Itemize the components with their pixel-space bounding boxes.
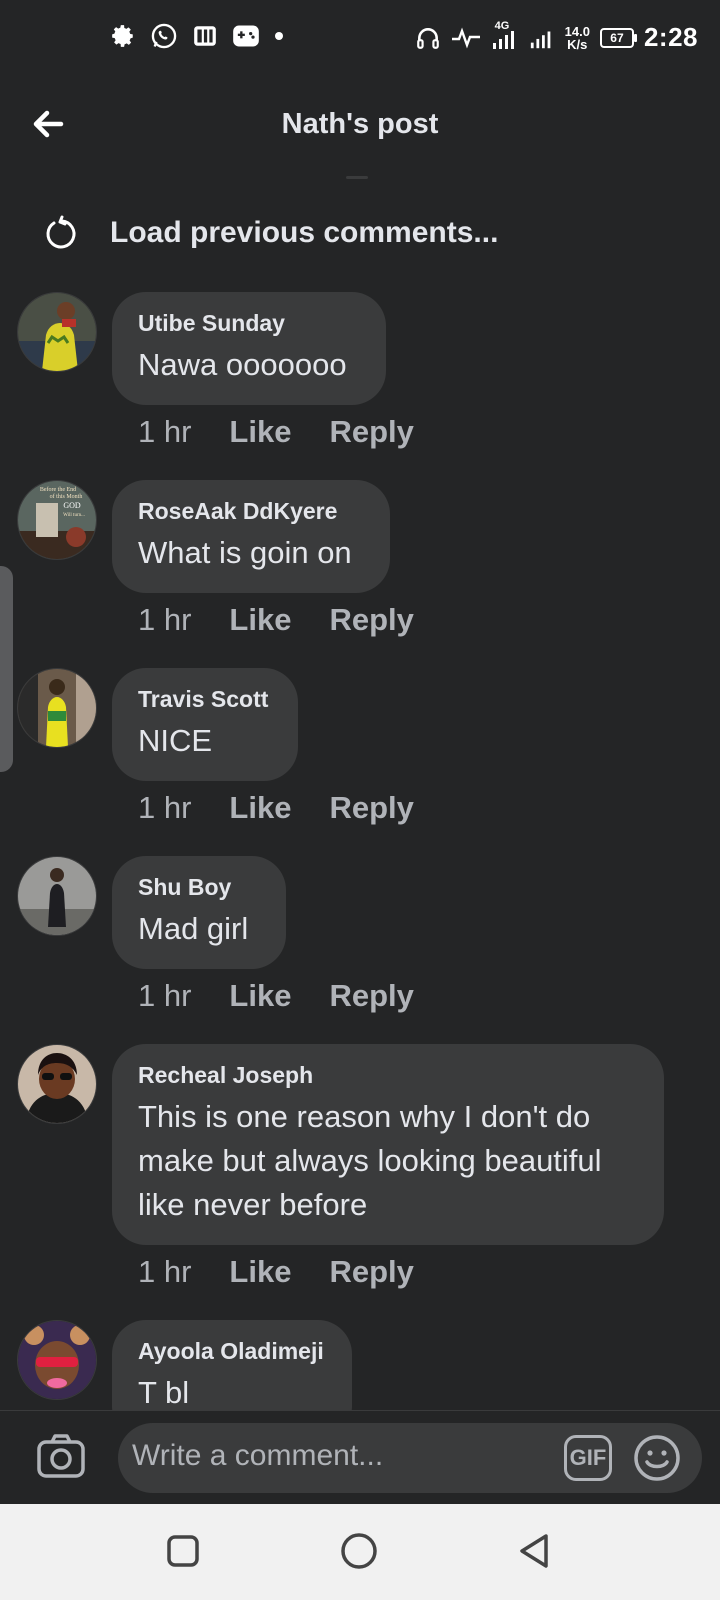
system-nav-bar	[0, 1504, 720, 1600]
comment-actions: 1 hr Like Reply	[138, 1254, 414, 1290]
comment-composer: Write a comment... GIF	[0, 1410, 720, 1505]
page-title: Nath's post	[281, 108, 439, 140]
avatar[interactable]	[17, 292, 97, 372]
comment-bubble[interactable]: Utibe Sunday Nawa ooooooo	[112, 292, 386, 405]
headphones-icon	[415, 25, 441, 51]
speed-value: 14.0	[564, 23, 590, 39]
avatar[interactable]	[17, 1044, 97, 1124]
signal-icon-2	[529, 25, 555, 51]
comment-text: T bl	[138, 1375, 190, 1410]
comment-text: NICE	[138, 723, 213, 758]
commenter-name[interactable]: RoseAak DdKyere	[138, 498, 362, 525]
smile-icon	[634, 1435, 680, 1481]
back-triangle-icon	[520, 1534, 548, 1568]
comment-actions: 1 hr Like Reply	[138, 978, 414, 1014]
commenter-name[interactable]: Ayoola Oladimeji	[138, 1338, 324, 1365]
like-button[interactable]: Like	[229, 414, 291, 450]
clock: 2:28	[643, 22, 698, 52]
comment-bubble[interactable]: RoseAak DdKyere What is goin on	[112, 480, 390, 593]
comment-text: Mad girl	[138, 911, 249, 946]
recents-button[interactable]	[166, 1534, 200, 1568]
comment-bubble[interactable]: Shu Boy Mad girl	[112, 856, 286, 969]
reply-button[interactable]: Reply	[329, 790, 413, 826]
comment-actions: 1 hr Like Reply	[138, 790, 414, 826]
load-previous-label: Load previous comments...	[110, 216, 499, 249]
avatar[interactable]	[17, 668, 97, 748]
recents-square-icon	[167, 1535, 199, 1567]
comment-actions: 1 hr Like Reply	[138, 602, 414, 638]
system-back-button[interactable]	[516, 1532, 552, 1570]
signal-icon: 4G	[491, 20, 519, 51]
like-button[interactable]: Like	[229, 790, 291, 826]
reply-button[interactable]: Reply	[329, 602, 413, 638]
gif-button[interactable]: GIF	[564, 1435, 612, 1481]
commenter-name[interactable]: Utibe Sunday	[138, 310, 358, 337]
comment-input-placeholder: Write a comment...	[132, 1439, 384, 1472]
news-icon	[192, 23, 218, 49]
comment: Ayoola Oladimeji T bl	[0, 1320, 720, 1410]
reply-button[interactable]: Reply	[329, 978, 413, 1014]
load-previous-comments-button[interactable]: Load previous comments...	[44, 208, 498, 258]
comment-text: Nawa ooooooo	[138, 347, 347, 382]
dot-icon	[274, 31, 284, 41]
camera-button[interactable]	[36, 1433, 86, 1479]
network-speed: 14.0 K/s	[565, 25, 590, 51]
commenter-name[interactable]: Shu Boy	[138, 874, 258, 901]
battery-icon: 67	[599, 27, 637, 48]
emoji-button[interactable]	[632, 1433, 682, 1483]
status-bar-left	[110, 22, 284, 50]
comment-text: What is goin on	[138, 535, 352, 570]
like-button[interactable]: Like	[229, 978, 291, 1014]
status-bar-right: 4G 14.0 K/s 67 2:28	[415, 20, 698, 53]
comment-time: 1 hr	[138, 790, 192, 825]
avatar-caption: Before the End	[40, 486, 76, 493]
activity-icon	[451, 26, 481, 50]
avatar-caption: GOD	[63, 501, 81, 510]
refresh-icon	[46, 215, 76, 249]
camera-icon	[37, 1434, 85, 1478]
like-button[interactable]: Like	[229, 1254, 291, 1290]
home-button[interactable]	[340, 1532, 378, 1570]
avatar[interactable]	[17, 1320, 97, 1400]
avatar-caption: Will turn...	[63, 513, 85, 518]
game-icon	[232, 23, 260, 49]
comment-bubble[interactable]: Ayoola Oladimeji T bl	[112, 1320, 352, 1410]
like-button[interactable]: Like	[229, 602, 291, 638]
comment-bubble[interactable]: Travis Scott NICE	[112, 668, 298, 781]
avatar[interactable]: Before the End of this Month GOD Will tu…	[17, 480, 97, 560]
comment-text: This is one reason why I don't do make b…	[138, 1099, 602, 1222]
comment-actions: 1 hr Like Reply	[138, 414, 414, 450]
speed-unit: K/s	[567, 36, 588, 52]
avatar[interactable]	[17, 856, 97, 936]
comment-time: 1 hr	[138, 602, 192, 637]
header: Nath's post	[0, 82, 720, 174]
divider	[346, 176, 368, 179]
comment-input[interactable]: Write a comment... GIF	[118, 1423, 702, 1493]
comment-time: 1 hr	[138, 978, 192, 1013]
whatsapp-icon	[150, 22, 178, 50]
commenter-name[interactable]: Travis Scott	[138, 686, 270, 713]
network-type: 4G	[494, 19, 510, 32]
status-bar: 4G 14.0 K/s 67 2:28	[0, 0, 720, 82]
comment-time: 1 hr	[138, 414, 192, 449]
avatar-caption: of this Month	[50, 493, 83, 500]
comment-time: 1 hr	[138, 1254, 192, 1289]
reply-button[interactable]: Reply	[329, 1254, 413, 1290]
edge-panel-handle[interactable]	[0, 566, 13, 772]
reply-button[interactable]: Reply	[329, 414, 413, 450]
commenter-name[interactable]: Recheal Joseph	[138, 1062, 636, 1089]
gear-icon	[110, 23, 136, 49]
comment-bubble[interactable]: Recheal Joseph This is one reason why I …	[112, 1044, 664, 1245]
home-circle-icon	[341, 1533, 377, 1569]
